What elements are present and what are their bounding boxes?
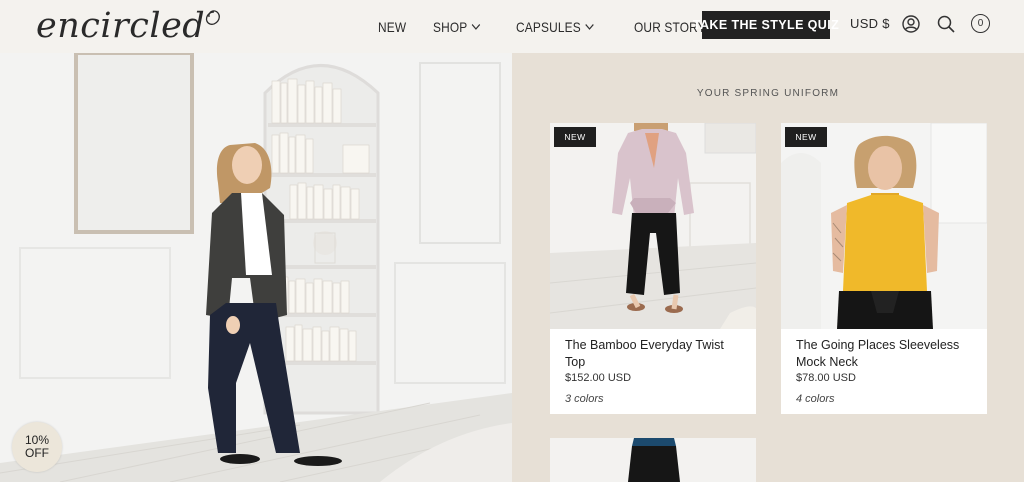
product-photo [550,438,756,482]
product-card[interactable] [550,438,756,482]
nav-new-label: NEW [378,18,407,35]
nav-shop[interactable]: SHOP [433,19,481,35]
currency-selector[interactable]: USD $ [850,16,890,31]
nav-capsules[interactable]: CAPSULES [516,19,594,35]
search-icon[interactable] [936,14,956,34]
logo[interactable]: encircled [36,5,205,47]
nav-shop-label: SHOP [433,18,468,35]
product-card[interactable]: NEW The Bamboo Everyday Twist Top $152.0… [550,123,756,414]
product-price: $152.00 USD [565,372,632,384]
chevron-down-icon [585,24,594,30]
hero-illustration [0,53,512,482]
style-quiz-button[interactable]: TAKE THE STYLE QUIZ [693,11,839,39]
cart-count: 0 [977,18,984,29]
product-photo [550,123,756,329]
product-colors: 4 colors [796,393,835,405]
featured-collection: YOUR SPRING UNIFORM NEW The Bamboo Every… [512,53,1024,482]
discount-off: OFF [25,446,49,460]
nav-new[interactable]: NEW [378,19,406,35]
account-icon[interactable] [901,14,921,34]
product-card[interactable]: NEW The Going Places Sleeveless Mock Nec… [781,123,987,414]
product-title[interactable]: The Going Places Sleeveless Mock Neck [796,337,976,371]
new-badge: NEW [554,127,596,147]
nav-capsules-label: CAPSULES [515,18,581,35]
logo-swirl-icon [205,10,220,25]
discount-popup-button[interactable]: 10% OFF [12,422,62,472]
product-photo [781,123,987,329]
site-header: encircled NEW SHOP CAPSULES OUR STORY TA… [0,0,1024,53]
product-title[interactable]: The Bamboo Everyday Twist Top [565,337,745,371]
product-colors: 3 colors [565,393,604,405]
cart-icon[interactable]: 0 [971,14,990,33]
product-image[interactable]: NEW [781,123,987,329]
section-title: YOUR SPRING UNIFORM [696,88,840,99]
hero-image[interactable] [0,53,512,482]
new-badge: NEW [785,127,827,147]
chevron-down-icon [472,24,481,30]
product-image[interactable]: NEW [550,123,756,329]
product-price: $78.00 USD [796,372,856,384]
